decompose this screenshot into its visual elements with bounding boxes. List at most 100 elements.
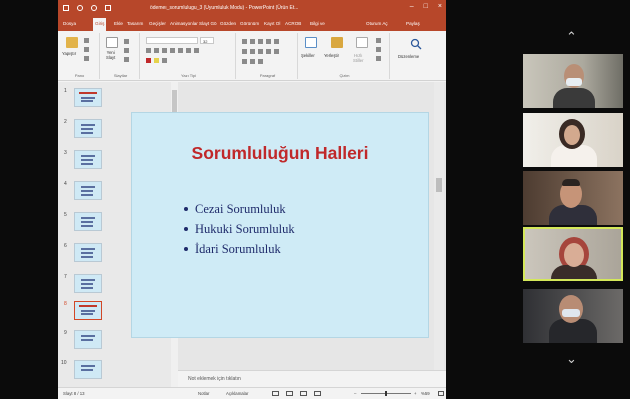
shapes-button[interactable]: Şekiller bbox=[301, 53, 315, 58]
fit-to-window-icon[interactable] bbox=[438, 391, 444, 396]
paste-button[interactable]: Yapıştır bbox=[62, 51, 76, 56]
minimize-icon[interactable]: – bbox=[410, 3, 414, 10]
participant-tile-3[interactable] bbox=[523, 171, 623, 225]
redo-icon[interactable] bbox=[91, 5, 97, 11]
reset-icon[interactable] bbox=[124, 48, 129, 53]
case-icon[interactable] bbox=[194, 48, 199, 53]
zoom-slider-knob[interactable] bbox=[385, 391, 387, 396]
normal-view-icon[interactable] bbox=[272, 391, 279, 396]
copy-icon[interactable] bbox=[84, 47, 89, 52]
editor-scrollbar[interactable] bbox=[434, 82, 444, 370]
slide-thumbnail-8[interactable] bbox=[74, 301, 102, 320]
slide-thumbnail-10[interactable] bbox=[74, 360, 102, 379]
shape-outline-icon[interactable] bbox=[376, 47, 381, 52]
arrange-icon[interactable] bbox=[331, 37, 343, 48]
tab-design[interactable]: Tasarım bbox=[127, 21, 143, 26]
font-color-icon[interactable] bbox=[146, 58, 151, 63]
slide-thumbnail-6[interactable] bbox=[74, 243, 102, 262]
tab-acrobat[interactable]: ACROB bbox=[285, 21, 301, 26]
participant-tile-1[interactable] bbox=[523, 54, 623, 108]
bullets-icon[interactable] bbox=[242, 39, 247, 44]
numbering-icon[interactable] bbox=[250, 39, 255, 44]
underline-icon[interactable] bbox=[162, 48, 167, 53]
search-icon[interactable] bbox=[410, 38, 422, 50]
layout-icon[interactable] bbox=[124, 39, 129, 44]
tab-review[interactable]: Gözden bbox=[220, 21, 236, 26]
notes-button[interactable]: Notlar bbox=[198, 391, 209, 396]
tab-file[interactable]: Dosya bbox=[63, 21, 76, 26]
slide-thumbnail-4[interactable] bbox=[74, 181, 102, 200]
justify-icon[interactable] bbox=[266, 49, 271, 54]
align-text-icon[interactable] bbox=[250, 59, 255, 64]
scrollbar-thumb[interactable] bbox=[436, 178, 442, 192]
slide-title[interactable]: Sorumluluğun Halleri bbox=[132, 143, 428, 164]
participant-tile-2[interactable] bbox=[523, 113, 623, 167]
strikethrough-icon[interactable] bbox=[170, 48, 175, 53]
shadow-icon[interactable] bbox=[178, 48, 183, 53]
tab-record[interactable]: Kayıt Ol bbox=[264, 21, 280, 26]
slide-thumbnail-3[interactable] bbox=[74, 150, 102, 169]
shape-effects-icon[interactable] bbox=[376, 56, 381, 61]
slide-thumbnail-1[interactable] bbox=[74, 88, 102, 107]
highlight-icon[interactable] bbox=[154, 58, 159, 63]
smartart-icon[interactable] bbox=[258, 59, 263, 64]
text-direction-icon[interactable] bbox=[242, 59, 247, 64]
undo-icon[interactable] bbox=[77, 5, 83, 11]
quick-styles-icon[interactable] bbox=[356, 37, 368, 48]
zoom-out-icon[interactable]: – bbox=[354, 391, 356, 396]
shapes-icon[interactable] bbox=[305, 37, 317, 48]
font-name-box[interactable] bbox=[146, 37, 198, 44]
bold-icon[interactable] bbox=[146, 48, 151, 53]
tab-tell-me[interactable]: Bilgi ve bbox=[310, 21, 325, 26]
save-icon[interactable] bbox=[63, 5, 69, 11]
format-painter-icon[interactable] bbox=[84, 56, 89, 61]
arrange-button[interactable]: Yerleştir bbox=[324, 53, 339, 58]
zoom-level[interactable]: %59 bbox=[421, 391, 430, 396]
increase-indent-icon[interactable] bbox=[266, 39, 271, 44]
tab-animations[interactable]: Animasyonlar bbox=[170, 21, 198, 26]
participant-tile-5[interactable] bbox=[523, 289, 623, 343]
align-right-icon[interactable] bbox=[258, 49, 263, 54]
font-size-box[interactable]: 32 bbox=[200, 37, 214, 44]
zoom-in-icon[interactable]: + bbox=[414, 391, 417, 396]
close-icon[interactable]: × bbox=[438, 3, 442, 10]
slide-bullet-list[interactable]: Cezai Sorumluluk Hukuki Sorumluluk İdari… bbox=[184, 199, 295, 259]
tab-view[interactable]: Görünüm bbox=[240, 21, 259, 26]
section-icon[interactable] bbox=[124, 57, 129, 62]
scroll-down-icon[interactable]: ⌄ bbox=[566, 352, 577, 367]
scroll-up-icon[interactable]: ⌃ bbox=[566, 30, 577, 45]
comments-button[interactable]: Açıklamalar bbox=[226, 391, 248, 396]
new-slide-button[interactable]: Yeni Slayt bbox=[106, 50, 115, 60]
slide-thumbnail-2[interactable] bbox=[74, 119, 102, 138]
sign-in-link[interactable]: Oturum Aç bbox=[366, 21, 388, 26]
participant-tile-4[interactable] bbox=[523, 227, 623, 281]
maximize-icon[interactable]: □ bbox=[424, 3, 428, 10]
clear-format-icon[interactable] bbox=[162, 58, 167, 63]
decrease-indent-icon[interactable] bbox=[258, 39, 263, 44]
current-slide[interactable]: Sorumluluğun Halleri Cezai Sorumluluk Hu… bbox=[131, 112, 429, 338]
paste-icon[interactable] bbox=[66, 37, 78, 48]
slideshow-view-icon[interactable] bbox=[314, 391, 321, 396]
tab-insert[interactable]: Ekle bbox=[114, 21, 123, 26]
reading-view-icon[interactable] bbox=[300, 391, 307, 396]
tab-home[interactable]: Giriş bbox=[93, 18, 107, 31]
editing-button[interactable]: Düzenleme bbox=[398, 54, 419, 59]
tab-transitions[interactable]: Geçişler bbox=[149, 21, 166, 26]
shape-fill-icon[interactable] bbox=[376, 38, 381, 43]
align-left-icon[interactable] bbox=[242, 49, 247, 54]
quick-styles-button[interactable]: Hızlı Stiller bbox=[353, 53, 363, 63]
present-icon[interactable] bbox=[105, 5, 111, 11]
notes-pane[interactable]: Not eklemek için tıklatın bbox=[178, 370, 446, 387]
spacing-icon[interactable] bbox=[186, 48, 191, 53]
slide-thumbnail-7[interactable] bbox=[74, 274, 102, 293]
new-slide-icon[interactable] bbox=[106, 37, 118, 48]
columns-icon[interactable] bbox=[274, 49, 279, 54]
slide-thumbnail-9[interactable] bbox=[74, 330, 102, 349]
cut-icon[interactable] bbox=[84, 38, 89, 43]
line-spacing-icon[interactable] bbox=[274, 39, 279, 44]
align-center-icon[interactable] bbox=[250, 49, 255, 54]
italic-icon[interactable] bbox=[154, 48, 159, 53]
tab-slideshow[interactable]: Slayt Gö bbox=[199, 21, 217, 26]
slide-thumbnail-5[interactable] bbox=[74, 212, 102, 231]
slide-sorter-icon[interactable] bbox=[286, 391, 293, 396]
